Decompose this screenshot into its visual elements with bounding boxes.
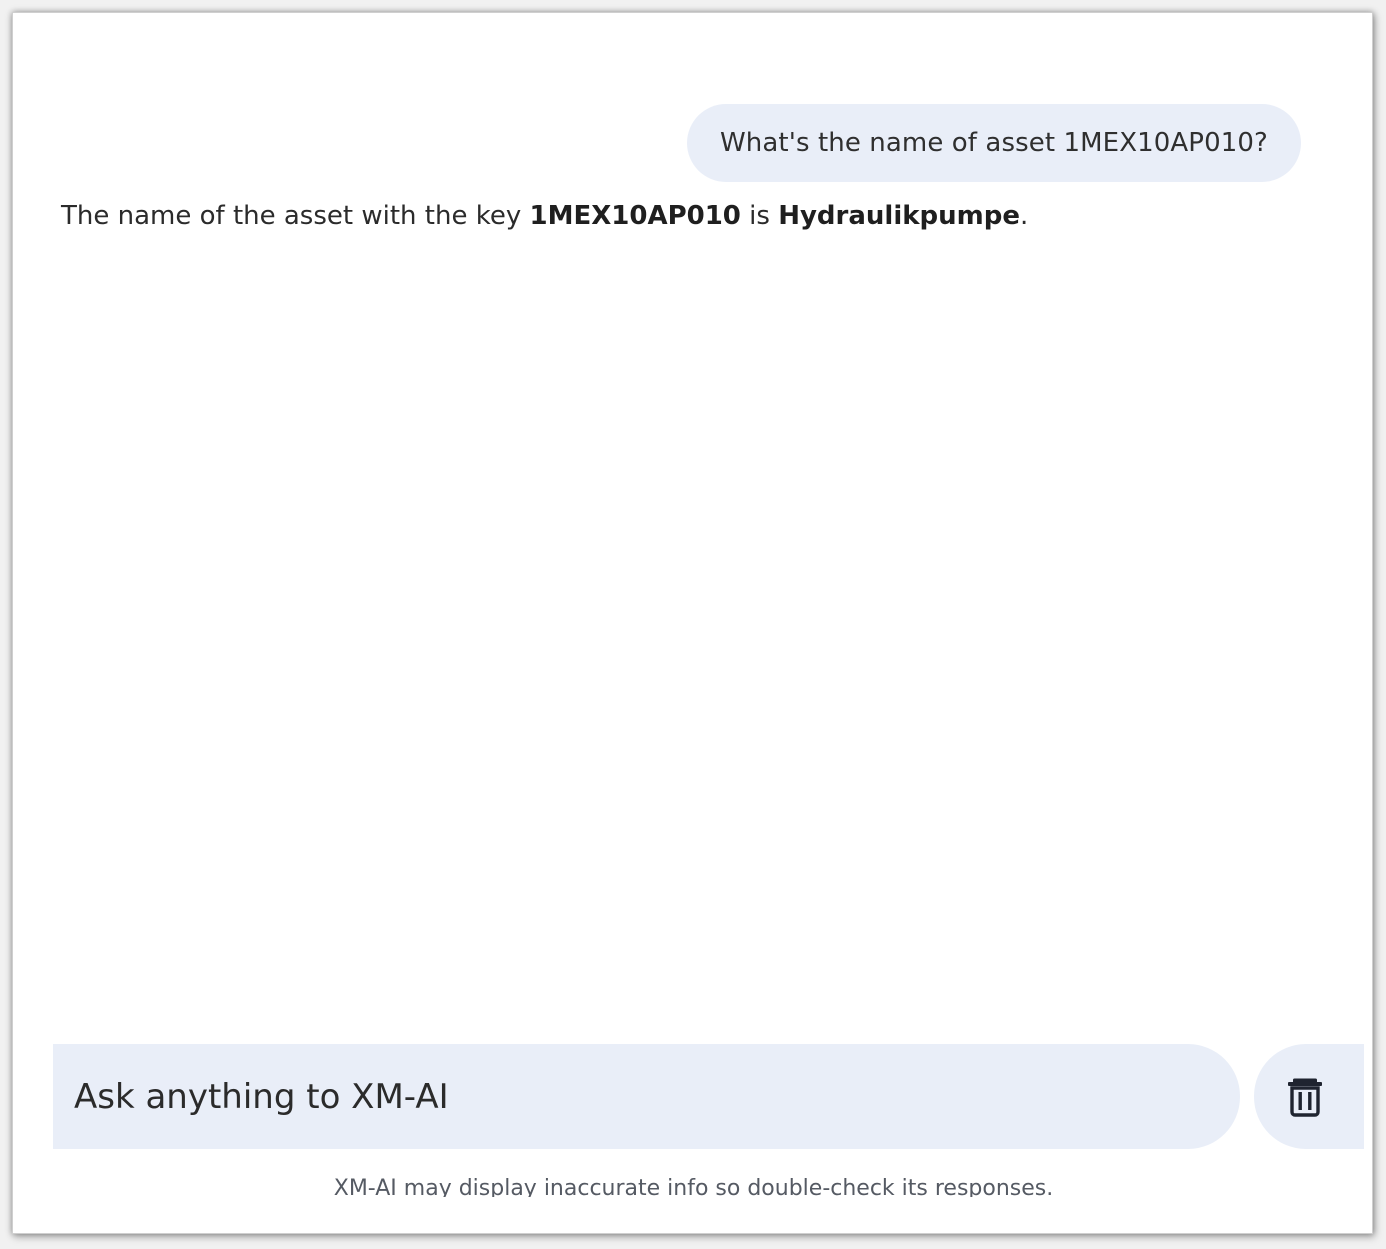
clear-chat-button[interactable] [1254, 1044, 1364, 1149]
message-input-container [53, 1044, 1240, 1149]
user-message-bubble: What's the name of asset 1MEX10AP010? [687, 104, 1301, 182]
assistant-message: The name of the asset with the key 1MEX1… [61, 201, 1028, 231]
asset-key: 1MEX10AP010 [529, 201, 741, 231]
chat-window: What's the name of asset 1MEX10AP010? Th… [12, 12, 1373, 1234]
asset-name: Hydraulikpumpe [778, 201, 1020, 231]
user-message-text: What's the name of asset 1MEX10AP010? [720, 128, 1268, 158]
assistant-message-prefix: The name of the asset with the key [61, 201, 530, 231]
disclaimer-text: XM-AI may display inaccurate info so dou… [333, 1176, 1054, 1197]
message-input[interactable] [72, 1075, 1240, 1118]
assistant-message-middle: is [740, 201, 779, 231]
assistant-message-suffix: . [1020, 201, 1029, 231]
trash-icon [1288, 1078, 1322, 1117]
